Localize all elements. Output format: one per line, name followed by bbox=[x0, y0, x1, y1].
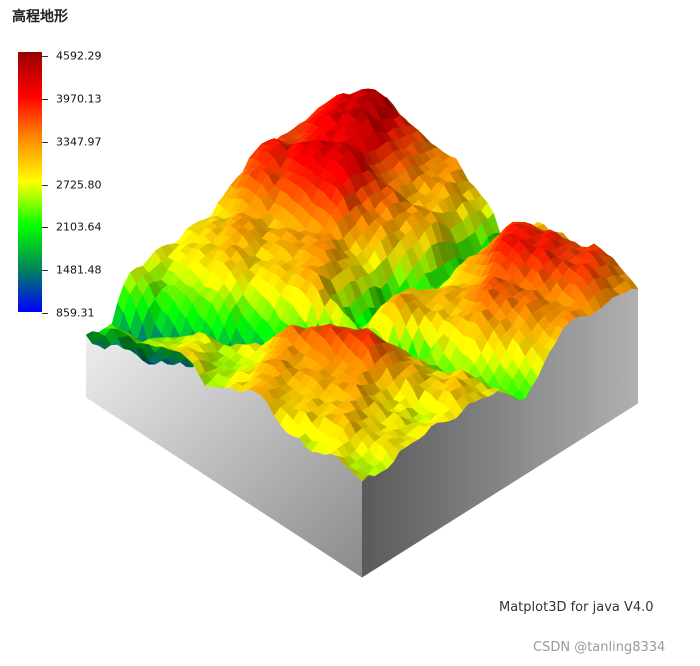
colorbar-tick-label: 859.31 bbox=[56, 306, 95, 320]
colorbar-tick bbox=[42, 56, 48, 57]
colorbar-tick bbox=[42, 98, 48, 100]
colorbar-tick bbox=[42, 313, 48, 314]
colorbar-tick-label: 2725.80 bbox=[56, 178, 102, 191]
colorbar bbox=[18, 52, 42, 312]
watermark-text: CSDN @tanling8334 bbox=[533, 640, 666, 655]
terrain-plot bbox=[18, 52, 639, 578]
colorbar-tick-label: 1481.48 bbox=[56, 263, 102, 277]
footer-text: Matplot3D for java V4.0 bbox=[499, 600, 654, 615]
colorbar-tick-label: 3970.13 bbox=[56, 92, 102, 106]
colorbar-tick bbox=[42, 184, 48, 186]
colorbar-tick bbox=[42, 141, 48, 143]
colorbar-tick-label: 2103.64 bbox=[56, 220, 102, 234]
colorbar-tick bbox=[42, 270, 48, 272]
colorbar-tick bbox=[42, 227, 48, 229]
colorbar-tick-label: 3347.97 bbox=[56, 135, 102, 149]
colorbar-tick-label: 4592.29 bbox=[56, 49, 102, 63]
